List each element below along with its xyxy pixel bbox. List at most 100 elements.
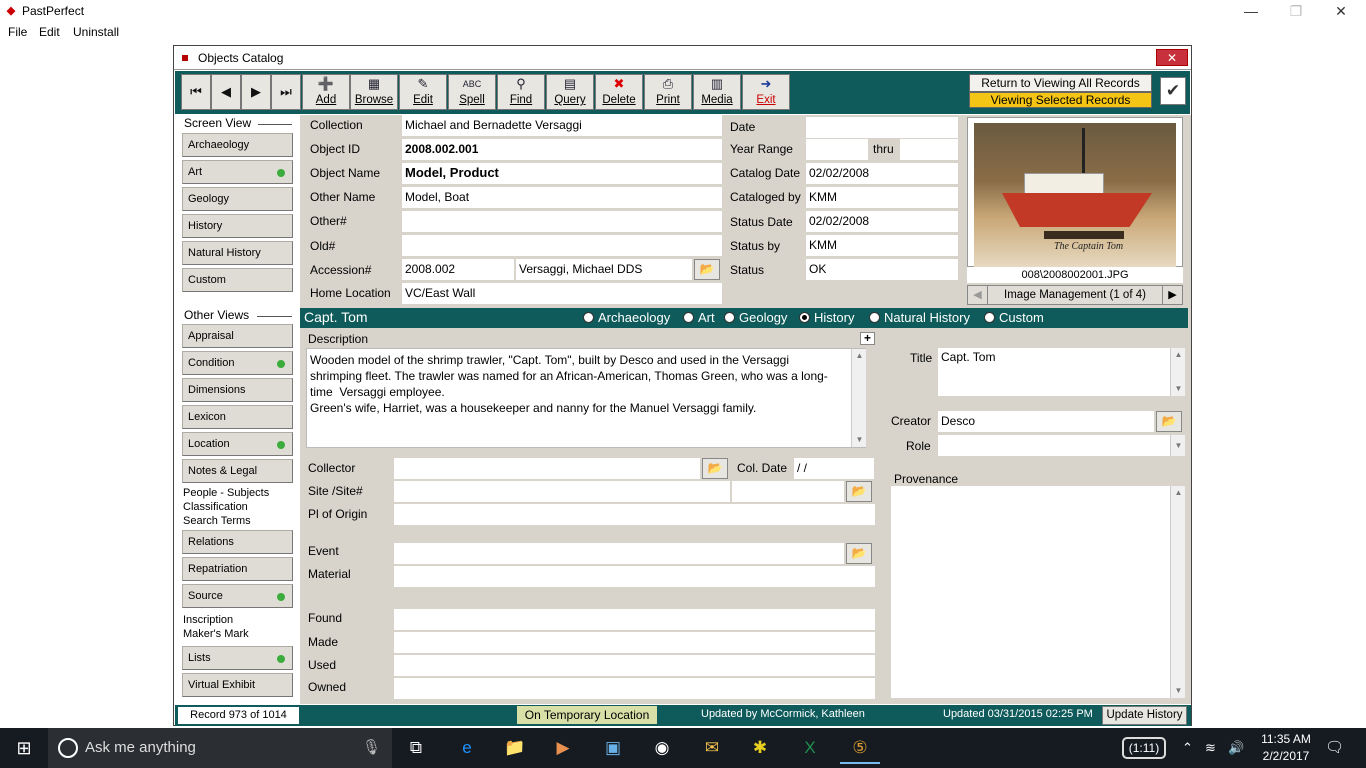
status-by-field[interactable]: KMM bbox=[806, 235, 958, 256]
close-button[interactable]: ✕ bbox=[1318, 0, 1364, 22]
return-to-all-records-button[interactable]: Return to Viewing All Records bbox=[969, 74, 1152, 92]
view-location[interactable]: Location bbox=[182, 432, 293, 456]
view-people-subjects[interactable]: People - Subjects Classification Search … bbox=[183, 486, 294, 528]
last-record-button[interactable]: ⏭ bbox=[271, 74, 301, 110]
provenance-scrollbar[interactable]: ▲ ▼ bbox=[1170, 486, 1185, 698]
role-dropdown[interactable]: ▼ bbox=[1170, 435, 1185, 456]
clock-time[interactable]: 11:35 AM bbox=[1256, 732, 1316, 746]
view-source[interactable]: Source bbox=[182, 584, 293, 608]
menu-file[interactable]: File bbox=[8, 25, 27, 39]
scroll-up-icon[interactable]: ▲ bbox=[852, 349, 867, 363]
radio-custom[interactable]: Custom bbox=[984, 311, 1044, 325]
image-management-button[interactable]: ◀ Image Management (1 of 4) ▶ bbox=[967, 285, 1183, 305]
view-inscription[interactable]: Inscription Maker's Mark bbox=[183, 613, 294, 641]
view-notes-legal[interactable]: Notes & Legal bbox=[182, 459, 293, 483]
view-dimensions[interactable]: Dimensions bbox=[182, 378, 293, 402]
site-number-field[interactable] bbox=[732, 481, 844, 502]
next-record-button[interactable]: ▶ bbox=[241, 74, 271, 110]
tray-timer[interactable]: (1:11) bbox=[1122, 737, 1166, 759]
home-location-field[interactable]: VC/East Wall bbox=[402, 283, 722, 304]
folder-icon[interactable]: 📂 bbox=[702, 458, 728, 479]
view-custom[interactable]: Custom bbox=[182, 268, 293, 292]
chevron-down-icon[interactable]: ▼ bbox=[1171, 439, 1186, 453]
radio-natural-history[interactable]: Natural History bbox=[869, 311, 970, 325]
collector-field[interactable] bbox=[394, 458, 700, 479]
media-button[interactable]: ▥ Media bbox=[693, 74, 741, 110]
radio-archaeology[interactable]: Archaeology bbox=[583, 311, 670, 325]
file-explorer-icon[interactable]: 📁 bbox=[495, 732, 535, 764]
view-appraisal[interactable]: Appraisal bbox=[182, 324, 293, 348]
delete-button[interactable]: ✖ Delete bbox=[595, 74, 643, 110]
clock-date[interactable]: 2/2/2017 bbox=[1256, 749, 1316, 763]
object-id-field[interactable]: 2008.002.001 bbox=[402, 139, 722, 160]
query-button[interactable]: ▤ Query bbox=[546, 74, 594, 110]
role-field[interactable] bbox=[938, 435, 1170, 456]
description-scrollbar[interactable]: ▲ ▼ bbox=[851, 349, 866, 447]
accession-name-field[interactable]: Versaggi, Michael DDS bbox=[516, 259, 692, 280]
view-art[interactable]: Art bbox=[182, 160, 293, 184]
title-scrollbar[interactable]: ▲ ▼ bbox=[1170, 348, 1185, 396]
site-field[interactable] bbox=[394, 481, 730, 502]
year-range-end-field[interactable] bbox=[900, 139, 958, 160]
folder-icon[interactable]: 📂 bbox=[846, 481, 872, 502]
excel-icon[interactable]: X bbox=[790, 732, 830, 764]
event-field[interactable] bbox=[394, 543, 844, 564]
year-range-start-field[interactable] bbox=[806, 139, 868, 160]
radio-art[interactable]: Art bbox=[683, 311, 715, 325]
description-textarea[interactable]: Wooden model of the shrimp trawler, "Cap… bbox=[306, 348, 866, 448]
task-view-icon[interactable]: ⧉ bbox=[396, 732, 436, 764]
material-field[interactable] bbox=[394, 566, 875, 587]
status-field[interactable]: OK bbox=[806, 259, 958, 280]
pastperfect-taskbar-icon[interactable]: ⑤ bbox=[840, 732, 880, 764]
chrome-icon[interactable]: ◉ bbox=[642, 732, 682, 764]
view-archaeology[interactable]: Archaeology bbox=[182, 133, 293, 157]
next-image-icon[interactable]: ▶ bbox=[1162, 286, 1182, 304]
previous-image-icon[interactable]: ◀ bbox=[968, 286, 988, 304]
scroll-down-icon[interactable]: ▼ bbox=[1171, 684, 1186, 698]
view-virtual-exhibit[interactable]: Virtual Exhibit bbox=[182, 673, 293, 697]
col-date-field[interactable]: / / bbox=[794, 458, 874, 479]
scroll-down-icon[interactable]: ▼ bbox=[852, 433, 867, 447]
cortana-search-box[interactable]: Ask me anything 🎙 bbox=[48, 728, 392, 768]
wifi-icon[interactable]: ≋ bbox=[1205, 728, 1216, 768]
owned-field[interactable] bbox=[394, 678, 875, 699]
minimize-button[interactable]: — bbox=[1228, 0, 1274, 22]
object-name-field[interactable]: Model, Product bbox=[402, 163, 722, 184]
scroll-up-icon[interactable]: ▲ bbox=[1171, 348, 1186, 362]
folder-icon[interactable]: 📂 bbox=[1156, 411, 1182, 432]
other-number-field[interactable] bbox=[402, 211, 722, 232]
view-history[interactable]: History bbox=[182, 214, 293, 238]
exit-button[interactable]: ➜ Exit bbox=[742, 74, 790, 110]
found-field[interactable] bbox=[394, 609, 875, 630]
add-button[interactable]: ➕ Add bbox=[302, 74, 350, 110]
scroll-down-icon[interactable]: ▼ bbox=[1171, 382, 1186, 396]
microphone-icon[interactable]: 🎙 bbox=[362, 728, 381, 768]
date-field[interactable] bbox=[806, 117, 958, 138]
maximize-button[interactable]: ❐ bbox=[1273, 0, 1319, 22]
expand-icon[interactable]: + bbox=[860, 332, 875, 345]
app-window-icon[interactable]: ▣ bbox=[593, 732, 633, 764]
made-field[interactable] bbox=[394, 632, 875, 653]
used-field[interactable] bbox=[394, 655, 875, 676]
first-record-button[interactable]: ⏮ bbox=[181, 74, 211, 110]
view-condition[interactable]: Condition bbox=[182, 351, 293, 375]
menu-uninstall[interactable]: Uninstall bbox=[73, 25, 119, 39]
view-repatriation[interactable]: Repatriation bbox=[182, 557, 293, 581]
scroll-up-icon[interactable]: ▲ bbox=[1171, 486, 1186, 500]
creator-field[interactable]: Desco bbox=[938, 411, 1154, 432]
view-lists[interactable]: Lists bbox=[182, 646, 293, 670]
view-natural-history[interactable]: Natural History bbox=[182, 241, 293, 265]
provenance-textarea[interactable] bbox=[891, 486, 1170, 698]
menu-edit[interactable]: Edit bbox=[39, 25, 60, 39]
view-lexicon[interactable]: Lexicon bbox=[182, 405, 293, 429]
edge-browser-icon[interactable]: e bbox=[447, 732, 487, 764]
folder-icon[interactable]: 📂 bbox=[694, 259, 720, 280]
title-field[interactable]: Capt. Tom bbox=[938, 348, 1170, 396]
browse-button[interactable]: ▦ Browse bbox=[350, 74, 398, 110]
view-relations[interactable]: Relations bbox=[182, 530, 293, 554]
previous-record-button[interactable]: ◀ bbox=[211, 74, 241, 110]
outlook-icon[interactable]: ✉ bbox=[692, 732, 732, 764]
folder-icon[interactable]: 📂 bbox=[846, 543, 872, 564]
edit-button[interactable]: ✎ Edit bbox=[399, 74, 447, 110]
volume-icon[interactable]: 🔊 bbox=[1228, 728, 1244, 768]
